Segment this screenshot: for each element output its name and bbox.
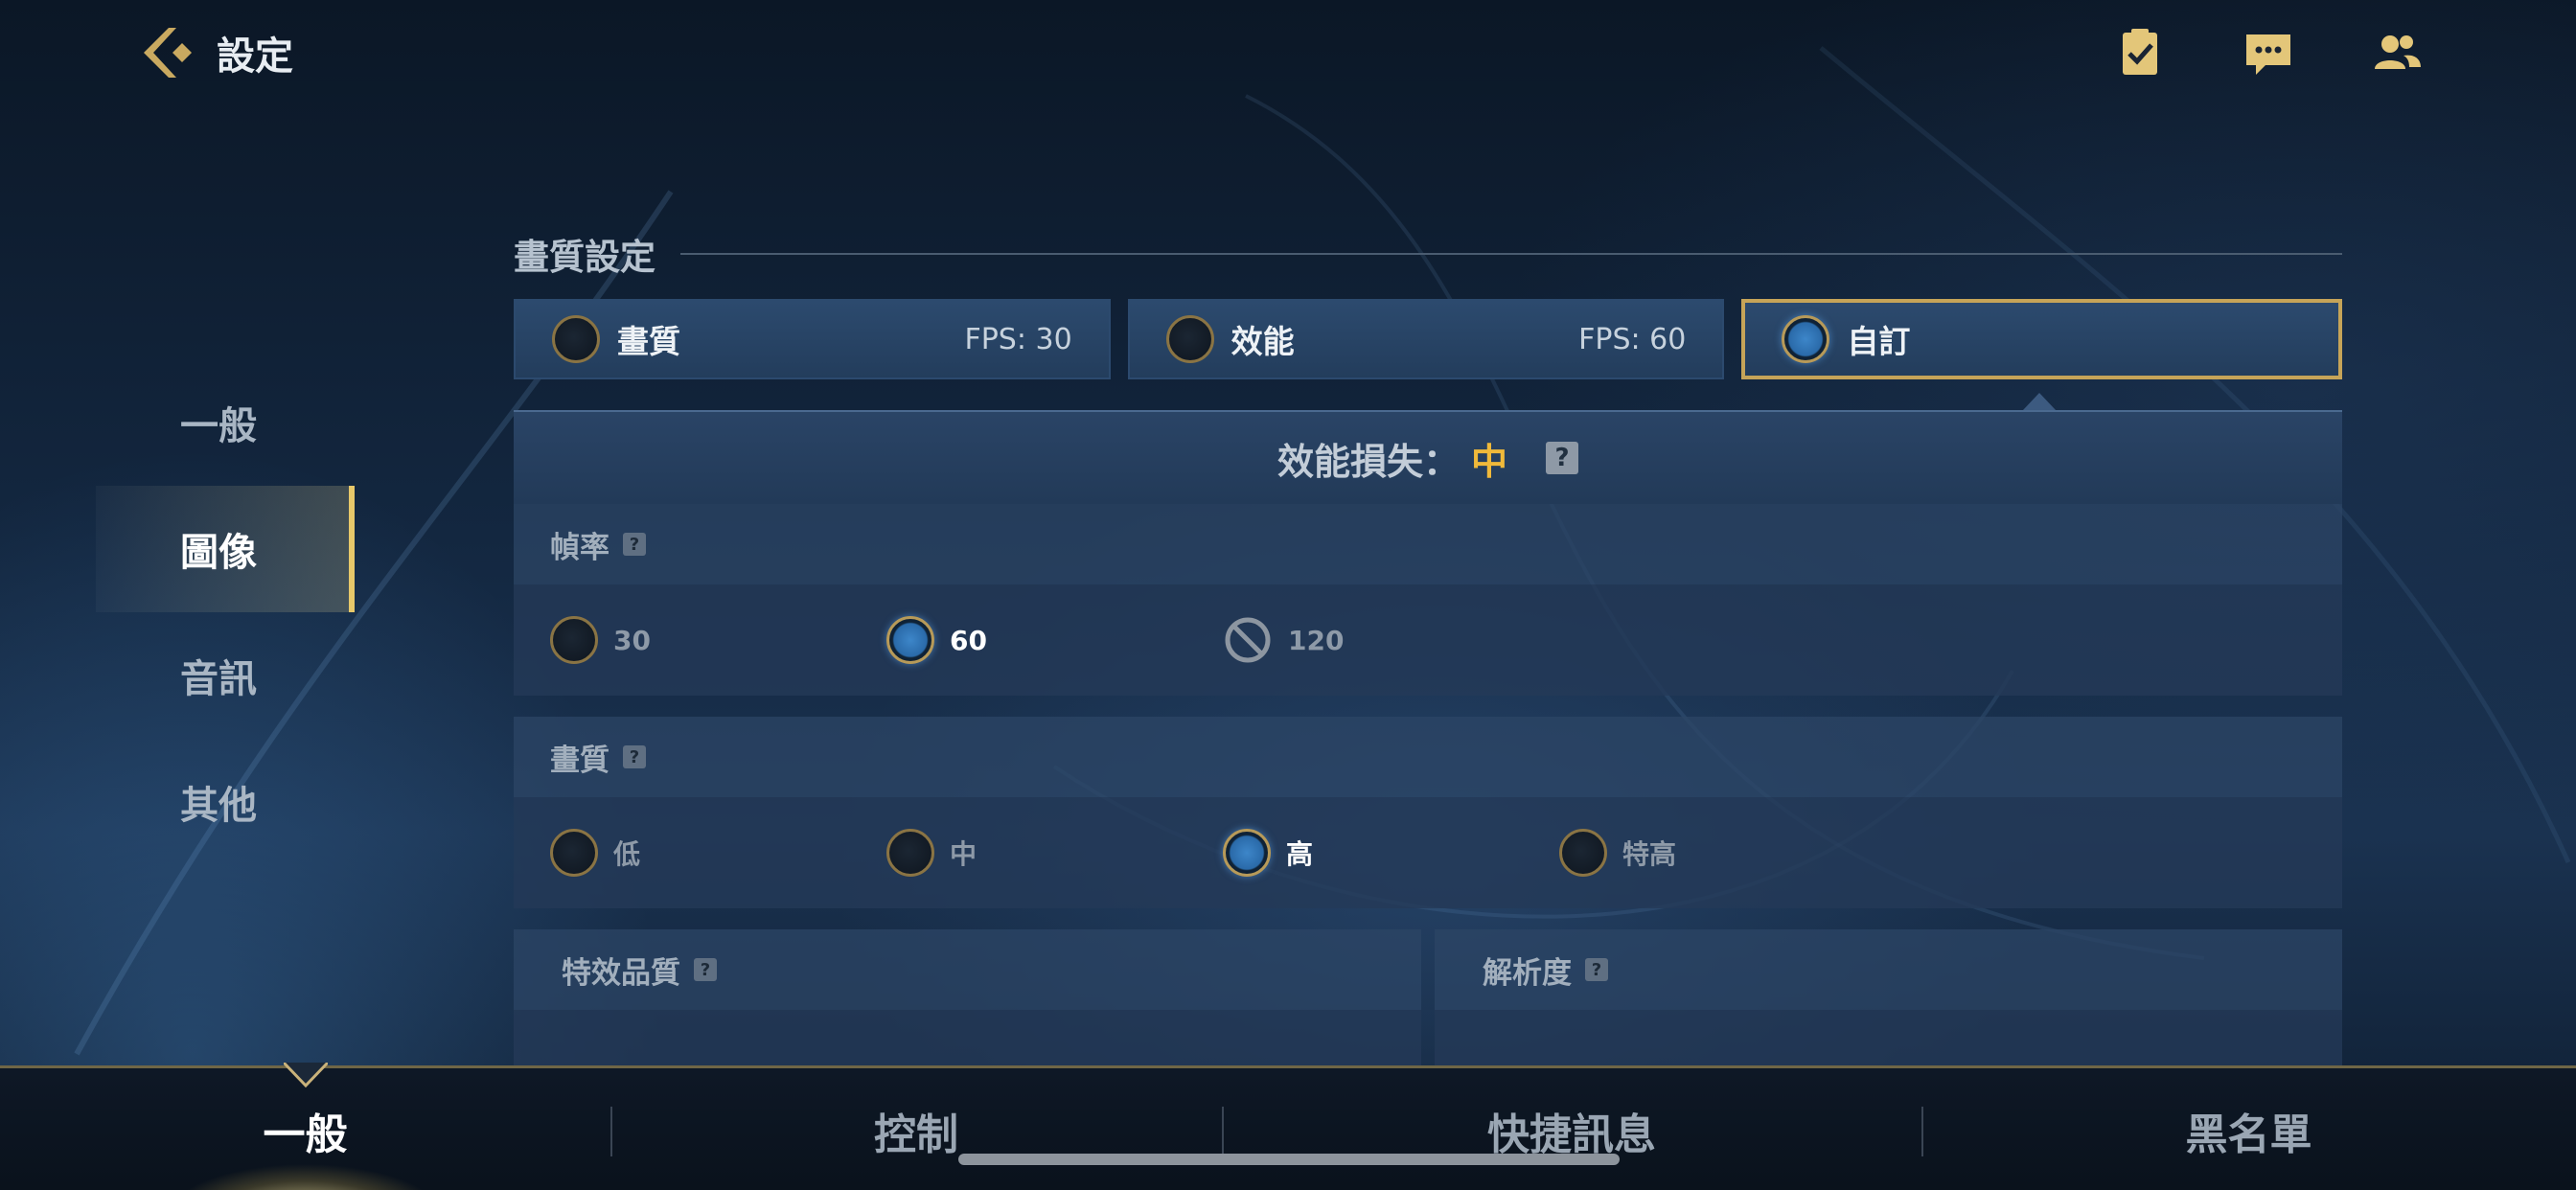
- radio-selected-icon: [1782, 315, 1830, 363]
- radio-icon: [550, 829, 598, 877]
- task-button[interactable]: [2114, 27, 2166, 79]
- option-label: 30: [613, 624, 651, 656]
- sidebar-item-general[interactable]: 一般: [96, 359, 355, 486]
- section-divider: [680, 253, 2342, 255]
- radio-selected-icon: [1223, 829, 1271, 877]
- option-label: 60: [950, 624, 987, 656]
- help-icon[interactable]: ?: [623, 533, 646, 556]
- frame-rate-option-60[interactable]: 60: [886, 616, 1223, 664]
- preset-fps: FPS: 30: [964, 322, 1072, 356]
- graphics-option-high[interactable]: 高: [1223, 829, 1559, 877]
- radio-icon: [1559, 829, 1607, 877]
- option-label: 高: [1286, 838, 1314, 870]
- tab-general[interactable]: 一般: [0, 1068, 610, 1190]
- option-label: 120: [1288, 624, 1345, 656]
- back-button[interactable]: 設定: [134, 19, 293, 86]
- graphics-settings-panel: 畫質設定 畫質 FPS: 30 效能 FPS: 60 自訂 效能損失： 中 ? …: [514, 230, 2342, 1068]
- option-label: 中: [950, 838, 978, 870]
- effects-quality-group: 特效品質 ?: [514, 929, 1421, 1067]
- back-arrow-icon: [144, 28, 192, 78]
- frame-rate-option-120[interactable]: 120: [1223, 615, 1559, 665]
- preset-performance[interactable]: 效能 FPS: 60: [1127, 299, 1725, 379]
- option-label: 特高: [1622, 838, 1677, 870]
- tab-controls[interactable]: 控制: [610, 1068, 1222, 1190]
- help-icon[interactable]: ?: [1585, 958, 1608, 981]
- chat-bubble-icon: [2246, 34, 2290, 75]
- radio-icon: [550, 616, 598, 664]
- effects-quality-label: 特效品質: [562, 955, 680, 991]
- performance-loss-value: 中: [1471, 440, 1508, 483]
- friends-icon: [2375, 35, 2421, 69]
- preset-quality[interactable]: 畫質 FPS: 30: [514, 299, 1111, 379]
- friends-button[interactable]: [2371, 27, 2423, 79]
- prohibited-icon: [1223, 615, 1273, 665]
- preset-label: 自訂: [1847, 323, 1911, 360]
- resolution-group: 解析度 ?: [1435, 929, 2342, 1067]
- performance-loss-label: 效能損失：: [1276, 440, 1460, 483]
- section-title: 畫質設定: [514, 237, 656, 278]
- page-title: 設定: [217, 34, 293, 79]
- radio-icon: [1165, 315, 1214, 363]
- graphics-option-medium[interactable]: 中: [886, 829, 1223, 877]
- resolution-label: 解析度: [1483, 955, 1572, 991]
- clipboard-check-icon: [2123, 29, 2157, 75]
- preset-custom[interactable]: 自訂: [1741, 299, 2342, 410]
- graphics-option-low[interactable]: 低: [550, 829, 886, 877]
- graphics-quality-label: 畫質: [550, 743, 610, 778]
- preset-fps: FPS: 60: [1578, 322, 1687, 356]
- help-icon[interactable]: ?: [1546, 442, 1579, 474]
- performance-loss-bar: 效能損失： 中 ?: [514, 410, 2342, 504]
- tab-quick-messages[interactable]: 快捷訊息: [1222, 1068, 1921, 1190]
- sidebar-item-other[interactable]: 其他: [96, 739, 355, 865]
- sidebar-item-graphics[interactable]: 圖像: [96, 486, 355, 612]
- radio-selected-icon: [886, 616, 934, 664]
- frame-rate-label: 幀率: [550, 530, 610, 565]
- caret-up-icon: [2023, 393, 2057, 410]
- settings-sidebar: 一般 圖像 音訊 其他: [96, 359, 355, 865]
- preset-label: 畫質: [617, 323, 680, 360]
- graphics-quality-group: 畫質 ? 低 中 高 特高: [514, 717, 2342, 908]
- frame-rate-group: 幀率 ? 30 60 120: [514, 504, 2342, 696]
- chat-button[interactable]: [2242, 27, 2294, 79]
- frame-rate-option-30[interactable]: 30: [550, 616, 886, 664]
- graphics-option-ultra[interactable]: 特高: [1559, 829, 1896, 877]
- sidebar-item-audio[interactable]: 音訊: [96, 612, 355, 739]
- preset-label: 效能: [1230, 323, 1295, 360]
- quality-presets: 畫質 FPS: 30 效能 FPS: 60 自訂: [514, 299, 2342, 410]
- help-icon[interactable]: ?: [694, 958, 717, 981]
- radio-icon: [552, 315, 600, 363]
- option-label: 低: [613, 838, 641, 870]
- home-indicator[interactable]: [958, 1154, 1620, 1165]
- tab-blacklist[interactable]: 黑名單: [1921, 1068, 2576, 1190]
- radio-icon: [886, 829, 934, 877]
- bottom-tab-bar: 一般 控制 快捷訊息 黑名單: [0, 1063, 2576, 1190]
- help-icon[interactable]: ?: [623, 745, 646, 768]
